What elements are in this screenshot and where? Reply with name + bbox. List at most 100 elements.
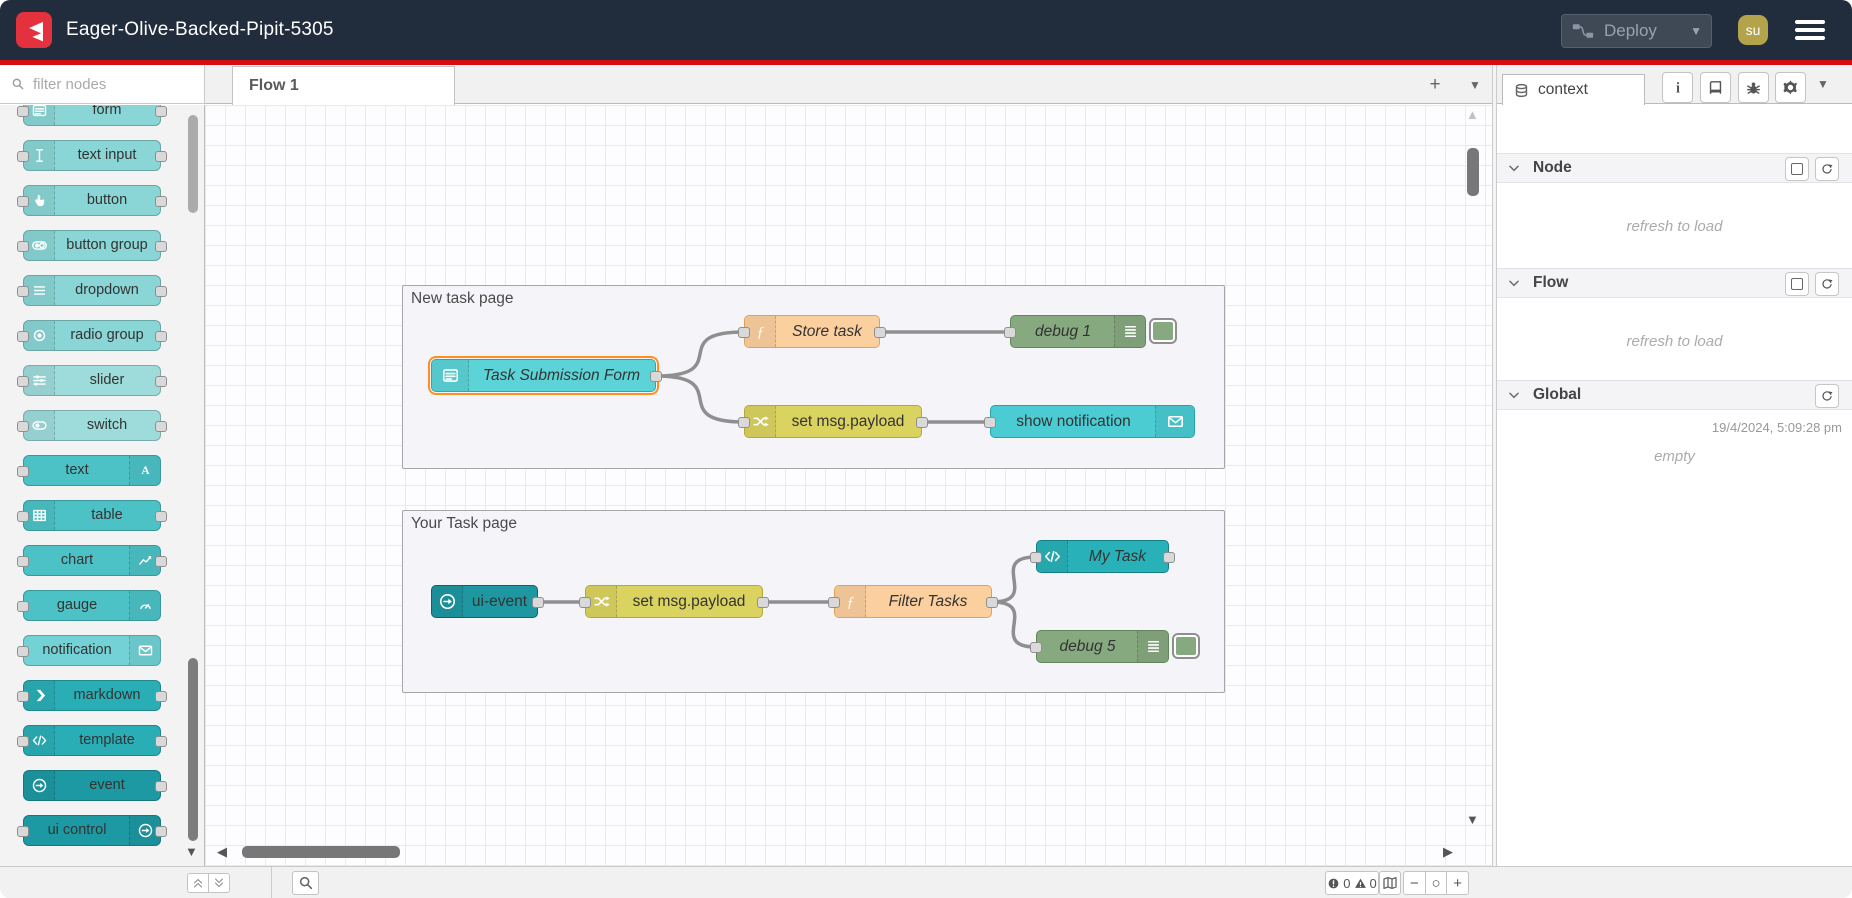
palette-node-text[interactable]: Atext (17, 455, 161, 486)
output-port[interactable] (874, 327, 886, 338)
output-port[interactable] (155, 826, 167, 837)
output-port[interactable] (532, 597, 544, 608)
flow-list-caret-icon[interactable]: ▼ (1462, 72, 1488, 98)
output-port[interactable] (155, 376, 167, 387)
output-port[interactable] (155, 106, 167, 117)
palette-node-gauge[interactable]: gauge (17, 590, 161, 621)
output-port[interactable] (757, 597, 769, 608)
palette-scrollbar-thumb[interactable] (188, 115, 198, 213)
flow-node-ui-event[interactable]: ui-event (431, 585, 544, 618)
flow-node-Store-task[interactable]: ƒ Store task (738, 315, 886, 348)
deploy-button[interactable]: Deploy ▼ (1561, 14, 1712, 48)
tab-context[interactable]: context (1502, 74, 1645, 105)
flow-node-Filter-Tasks[interactable]: ƒ Filter Tasks (828, 585, 998, 618)
output-port[interactable] (155, 286, 167, 297)
palette-node-table[interactable]: table (17, 500, 167, 531)
output-port[interactable] (155, 781, 167, 792)
navigator-button[interactable] (1379, 871, 1401, 895)
flow-context-refresh-button[interactable] (1815, 272, 1839, 296)
wire[interactable] (990, 600, 1038, 649)
input-port[interactable] (738, 327, 750, 338)
input-port[interactable] (17, 421, 29, 432)
palette-scrollbar-thumb-lower[interactable] (188, 658, 198, 841)
palette-node-notification[interactable]: notification (17, 635, 161, 666)
output-port[interactable] (155, 691, 167, 702)
output-port[interactable] (155, 736, 167, 747)
palette-collapse-up-button[interactable] (187, 873, 209, 893)
input-port[interactable] (17, 241, 29, 252)
palette-node-button[interactable]: button (17, 185, 167, 216)
wire[interactable] (654, 330, 746, 378)
flow-node-debug-5[interactable]: debug 5 (1030, 630, 1169, 663)
tab-flow-1[interactable]: Flow 1 (232, 66, 455, 105)
flow-node-show-notification[interactable]: show notification (984, 405, 1195, 438)
input-port[interactable] (17, 511, 29, 522)
info-tab-button[interactable]: i (1662, 72, 1693, 103)
wire[interactable] (990, 555, 1038, 604)
input-port[interactable] (17, 646, 29, 657)
output-port[interactable] (155, 511, 167, 522)
palette-node-form[interactable]: form (17, 105, 167, 126)
palette-node-template[interactable]: template (17, 725, 167, 756)
zoom-reset-button[interactable]: ○ (1424, 872, 1447, 894)
palette-collapse-down-button[interactable] (208, 873, 230, 893)
output-port[interactable] (155, 151, 167, 162)
wire[interactable] (654, 374, 746, 424)
input-port[interactable] (1030, 642, 1042, 653)
user-avatar[interactable]: su (1738, 15, 1768, 45)
palette-node-ui-control[interactable]: ui control (17, 815, 167, 846)
help-tab-button[interactable] (1700, 72, 1731, 103)
canvas-search-button[interactable] (292, 871, 319, 895)
input-port[interactable] (17, 196, 29, 207)
output-port[interactable] (155, 331, 167, 342)
input-port[interactable] (17, 286, 29, 297)
output-port[interactable] (155, 556, 167, 567)
zoom-out-button[interactable]: − (1404, 872, 1425, 894)
input-port[interactable] (579, 597, 591, 608)
context-section-global[interactable]: Global (1497, 380, 1852, 410)
config-tab-button[interactable] (1775, 72, 1806, 103)
output-port[interactable] (155, 421, 167, 432)
input-port[interactable] (17, 601, 29, 612)
output-port[interactable] (916, 417, 928, 428)
global-context-refresh-button[interactable] (1815, 384, 1839, 408)
palette-search-input[interactable] (31, 74, 185, 94)
input-port[interactable] (17, 826, 29, 837)
flow-node-Task-Submission-Form[interactable]: Task Submission Form (427, 355, 662, 396)
debug-tab-button[interactable] (1738, 72, 1769, 103)
node-context-pin-button[interactable] (1785, 157, 1809, 181)
context-section-flow[interactable]: Flow (1497, 268, 1852, 298)
output-port[interactable] (155, 196, 167, 207)
input-port[interactable] (17, 151, 29, 162)
flow-node-set-msg-payload[interactable]: set msg.payload (579, 585, 769, 618)
deploy-options-caret-icon[interactable]: ▼ (1690, 24, 1702, 38)
output-port[interactable] (155, 241, 167, 252)
palette-node-radio-group[interactable]: radio group (17, 320, 167, 351)
sidebar-tabs-caret-icon[interactable]: ▼ (1817, 77, 1829, 91)
flow-canvas[interactable]: New task page Your Task page Task Submiss… (205, 105, 1492, 866)
palette-node-chart[interactable]: chart (17, 545, 167, 576)
input-port[interactable] (17, 106, 29, 117)
add-flow-button[interactable]: + (1422, 72, 1448, 98)
context-section-node[interactable]: Node (1497, 153, 1852, 183)
output-port[interactable] (1163, 552, 1175, 563)
input-port[interactable] (1030, 552, 1042, 563)
palette-node-button-group[interactable]: button group (17, 230, 167, 261)
flow-node-debug-1[interactable]: debug 1 (1004, 315, 1146, 348)
flow-context-pin-button[interactable] (1785, 272, 1809, 296)
input-port[interactable] (828, 597, 840, 608)
input-port[interactable] (17, 556, 29, 567)
palette-node-event[interactable]: event (23, 770, 167, 801)
palette-node-slider[interactable]: slider (17, 365, 167, 396)
palette-node-markdown[interactable]: markdown (17, 680, 167, 711)
node-context-refresh-button[interactable] (1815, 157, 1839, 181)
debug-enable-toggle[interactable] (1172, 633, 1200, 659)
input-port[interactable] (738, 417, 750, 428)
input-port[interactable] (17, 691, 29, 702)
input-port[interactable] (1004, 327, 1016, 338)
flow-node-set-msg-payload[interactable]: set msg.payload (738, 405, 928, 438)
flow-node-My-Task[interactable]: My Task (1030, 540, 1175, 573)
palette-node-text-input[interactable]: text input (17, 140, 167, 171)
input-port[interactable] (17, 376, 29, 387)
zoom-in-button[interactable]: + (1446, 872, 1468, 894)
